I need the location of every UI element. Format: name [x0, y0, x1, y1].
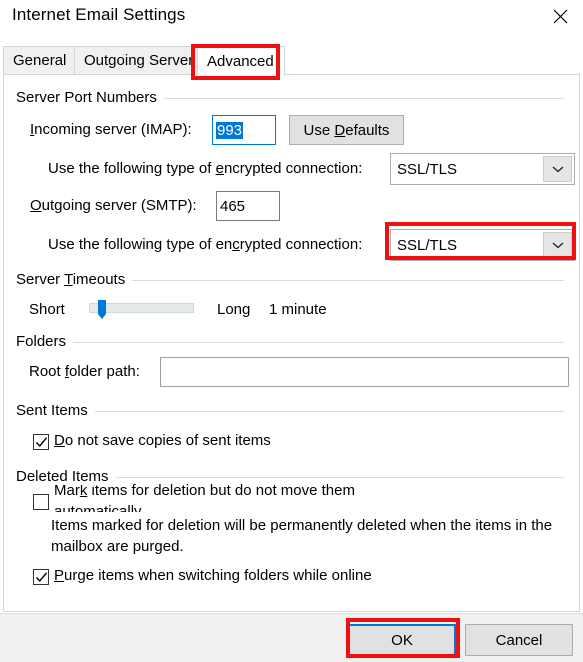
check-icon: [35, 572, 48, 583]
group-title-deleted-items: Deleted Items: [16, 468, 116, 485]
cancel-button[interactable]: Cancel: [465, 624, 573, 656]
mark-items-for-deletion-label-clip: Mark items for deletion but do not move …: [54, 484, 399, 512]
outgoing-port-input[interactable]: 465: [216, 191, 280, 221]
purge-items-checkbox[interactable]: [33, 569, 49, 585]
group-divider-sent-items: [90, 411, 564, 412]
server-timeout-slider[interactable]: [89, 300, 194, 319]
group-divider-folders: [72, 342, 564, 343]
group-title-server-timeouts: Server Timeouts: [16, 271, 133, 288]
check-icon: [35, 437, 48, 448]
slider-value-label: 1 minute: [269, 301, 327, 318]
incoming-port-value: 993: [216, 121, 244, 139]
group-title-sent-items: Sent Items: [16, 402, 95, 419]
purge-items-label: Purge items when switching folders while…: [54, 567, 372, 584]
chevron-down-icon[interactable]: [543, 232, 572, 258]
group-divider-server-timeouts: [130, 280, 564, 281]
outgoing-server-label: Outgoing server (SMTP):: [30, 197, 197, 214]
outgoing-port-value: 465: [220, 197, 246, 215]
incoming-server-label: Incoming server (IMAP):: [30, 121, 192, 138]
incoming-port-input[interactable]: 993: [212, 115, 276, 145]
use-defaults-label: Use Defaults: [303, 121, 390, 139]
tab-outgoing-server[interactable]: Outgoing Server: [74, 46, 198, 74]
use-defaults-button[interactable]: Use Defaults: [289, 115, 404, 145]
outgoing-encryption-value: SSL/TLS: [397, 236, 458, 254]
incoming-encryption-combo[interactable]: SSL/TLS: [390, 153, 575, 185]
close-icon[interactable]: [537, 0, 583, 32]
slider-long-label: Long: [217, 301, 251, 318]
advanced-tab-panel: Server Port Numbers Incoming server (IMA…: [3, 74, 580, 612]
tab-advanced[interactable]: Advanced: [197, 46, 285, 76]
tab-outgoing-server-label: Outgoing Server: [84, 52, 194, 69]
outgoing-encryption-label: Use the following type of encrypted conn…: [48, 236, 363, 253]
group-divider-server-port-numbers: [155, 98, 564, 99]
tab-general-label: General: [13, 52, 67, 69]
do-not-save-copies-label: Do not save copies of sent items: [54, 432, 271, 449]
ok-button-label: OK: [391, 631, 413, 649]
mark-items-for-deletion-checkbox[interactable]: [33, 494, 49, 510]
window-title: Internet Email Settings: [12, 5, 186, 24]
dialog-footer: OK Cancel: [0, 613, 583, 662]
outgoing-encryption-combo[interactable]: SSL/TLS: [390, 229, 575, 261]
group-title-folders: Folders: [16, 333, 74, 350]
slider-thumb[interactable]: [98, 300, 106, 319]
tab-general[interactable]: General: [3, 46, 75, 74]
tab-strip: General Outgoing Server Advanced: [3, 46, 580, 76]
deleted-items-hint: Items marked for deletion will be perman…: [51, 517, 553, 555]
group-divider-deleted-items: [114, 477, 564, 478]
slider-short-label: Short: [29, 301, 65, 318]
root-folder-path-label: Root folder path:: [29, 363, 140, 380]
title-bar: Internet Email Settings: [0, 0, 583, 38]
incoming-encryption-label: Use the following type of encrypted conn…: [48, 160, 363, 177]
mark-items-for-deletion-label: Mark items for deletion but do not move …: [54, 484, 355, 512]
do-not-save-copies-checkbox[interactable]: [33, 434, 49, 450]
cancel-button-label: Cancel: [495, 631, 543, 649]
chevron-down-icon[interactable]: [543, 156, 572, 182]
tab-advanced-label: Advanced: [207, 53, 274, 70]
incoming-encryption-value: SSL/TLS: [397, 160, 458, 178]
root-folder-path-input[interactable]: [160, 357, 569, 387]
group-title-server-port-numbers: Server Port Numbers: [16, 89, 164, 106]
ok-button[interactable]: OK: [348, 624, 456, 656]
